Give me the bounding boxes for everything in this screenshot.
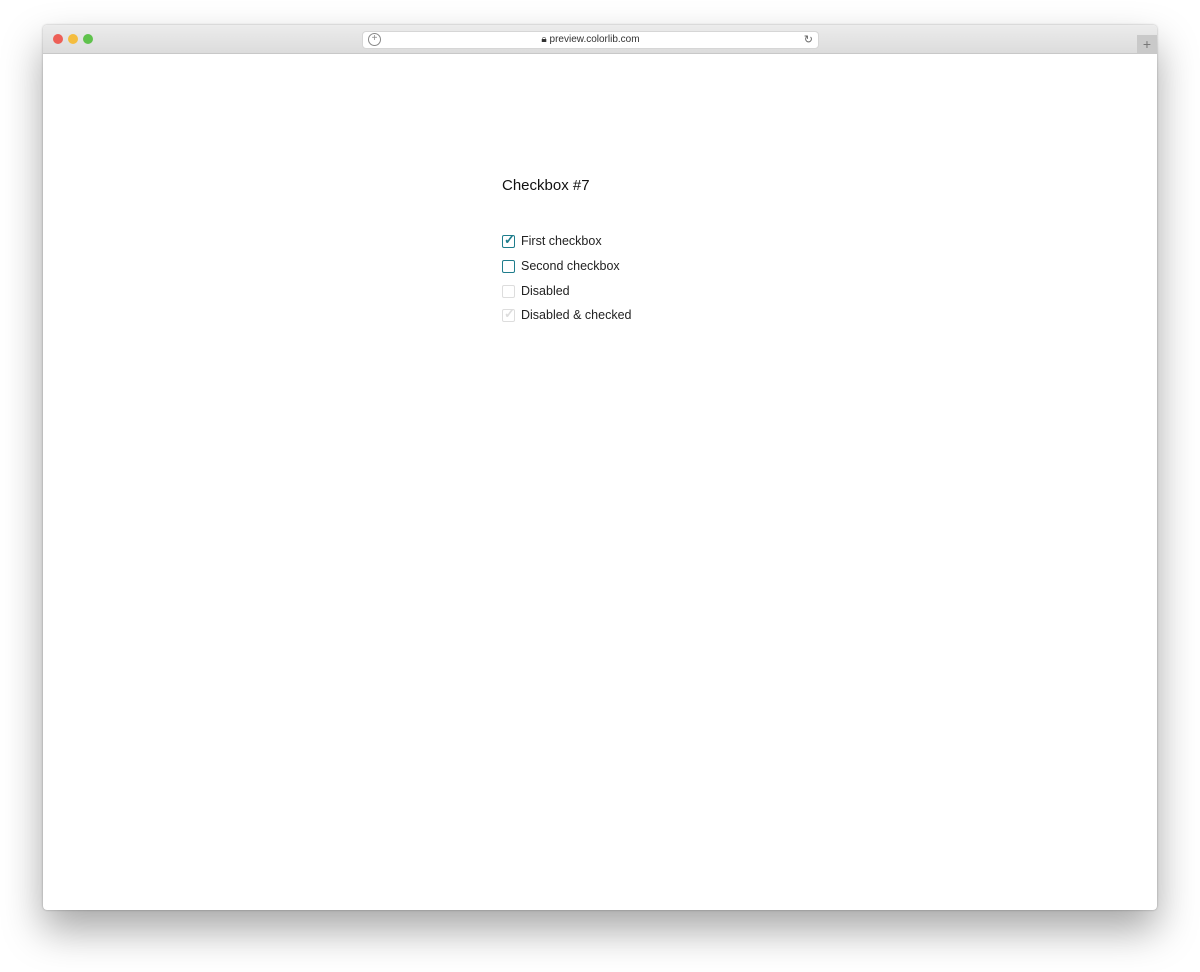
checkbox-unchecked[interactable] <box>502 259 515 273</box>
checkbox-disabled-box <box>502 284 515 298</box>
checkbox-label: Disabled <box>521 284 570 298</box>
page-title: Checkbox #7 <box>502 177 590 194</box>
checkbox-checked[interactable]: ✓ <box>502 231 515 248</box>
reload-icon[interactable]: ↻ <box>804 32 813 48</box>
check-icon: ✓ <box>504 231 515 247</box>
plus-circle-icon[interactable]: + <box>368 33 381 46</box>
checkbox-disabled-checked: ✓ Disabled & checked <box>502 305 632 322</box>
checkbox-disabled-checked-box: ✓ <box>502 305 515 322</box>
checkbox-label: Second checkbox <box>521 259 620 273</box>
browser-window: + 🔒︎ preview.colorlib.com ↻ + Checkbox #… <box>43 25 1157 910</box>
title-bar: + 🔒︎ preview.colorlib.com ↻ + <box>43 25 1157 54</box>
url-text: preview.colorlib.com <box>549 34 640 45</box>
maximize-button[interactable] <box>83 34 93 44</box>
check-icon: ✓ <box>504 305 515 321</box>
checkbox-second[interactable]: Second checkbox <box>502 259 620 273</box>
checkbox-label: Disabled & checked <box>521 308 632 322</box>
checkbox-first[interactable]: ✓ First checkbox <box>502 231 602 248</box>
close-button[interactable] <box>53 34 63 44</box>
new-tab-button[interactable]: + <box>1137 35 1157 53</box>
checkbox-disabled: Disabled <box>502 284 570 298</box>
address-bar[interactable]: + 🔒︎ preview.colorlib.com ↻ <box>362 31 819 49</box>
minimize-button[interactable] <box>68 34 78 44</box>
lock-icon: 🔒︎ <box>541 34 547 45</box>
checkbox-label: First checkbox <box>521 234 602 248</box>
